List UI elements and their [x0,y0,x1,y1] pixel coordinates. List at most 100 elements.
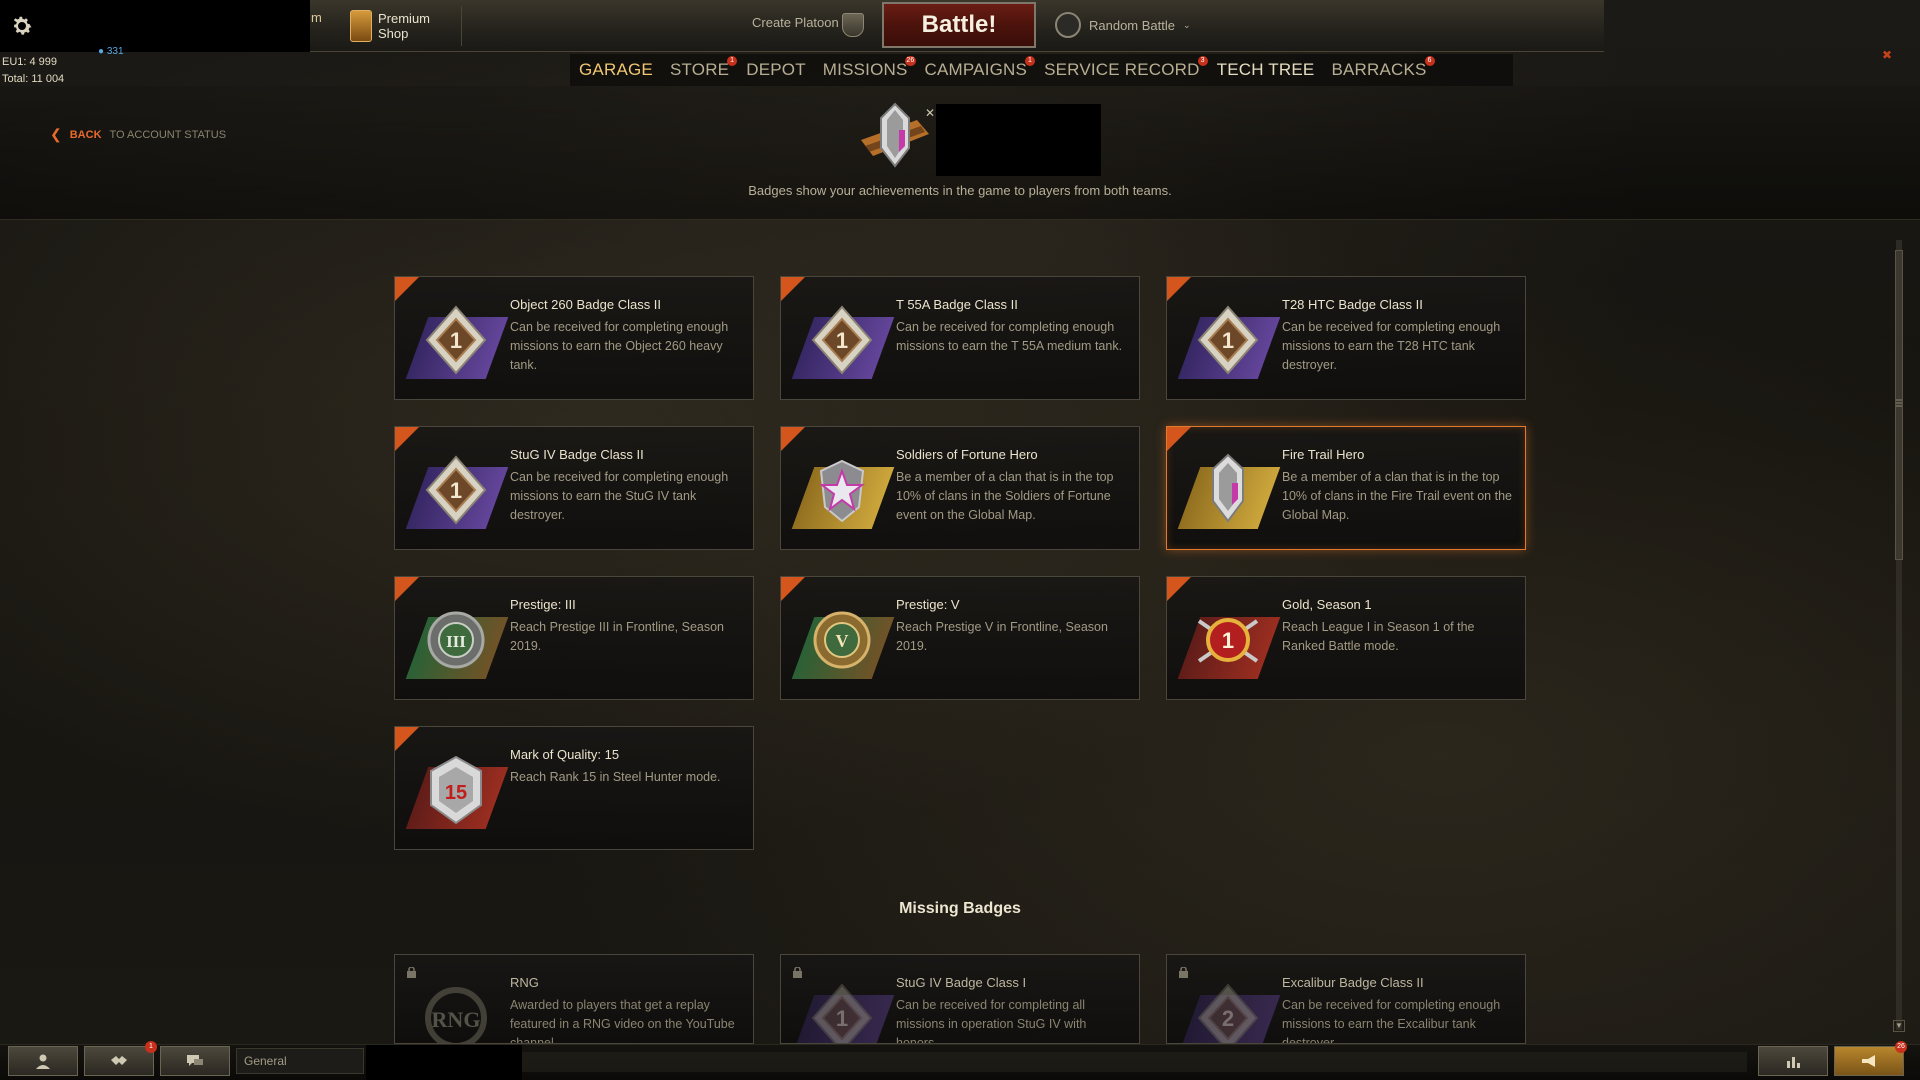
badge-title: RNG [510,975,539,990]
selected-badge-icon [861,102,929,168]
chat-button[interactable] [160,1046,230,1076]
missing-badge-card[interactable]: 1 StuG IV Badge Class I Can be received … [780,954,1140,1044]
blue-counter-badge[interactable]: ● 331 [98,46,124,57]
badge-title: T28 HTC Badge Class II [1282,297,1423,312]
top-bar: m Premium Shop Create Platoon Battle! Ra… [0,0,1920,52]
nav-barracks[interactable]: BARRACKS 6 [1322,54,1435,86]
gear-icon[interactable] [10,14,34,38]
badge-description: Reach League I in Season 1 of the Ranked… [1282,620,1475,653]
notifications-badge: 26 [1895,1041,1907,1053]
class-1-badge-icon: 1 [425,455,487,525]
friends-badge: 1 [145,1041,157,1053]
badge-card[interactable]: 1 Gold, Season 1 Reach League I in Seaso… [1166,576,1526,700]
badge-title: Object 260 Badge Class II [510,297,662,312]
shield-crest-icon [1212,453,1244,523]
chevron-left-icon: ❮ [50,126,62,142]
badge-card[interactable]: 1 T 55A Badge Class II Can be received f… [780,276,1140,400]
badge-card[interactable]: V Prestige: V Reach Prestige V in Frontl… [780,576,1140,700]
tab-partial-label[interactable]: m [311,10,322,25]
battle-mode-select[interactable]: Random Battle ⌄ [1055,12,1191,38]
class-1-badge-icon: 1 [811,305,873,375]
server-stats: EU1: 4 999 Total: 11 004 [2,54,64,88]
plus-circle-icon: ● [98,46,105,57]
svg-text:1: 1 [1222,628,1234,653]
svg-text:III: III [446,632,466,651]
download-button[interactable] [8,1046,78,1076]
premium-shop-label-2: Shop [378,26,409,41]
badge-card[interactable]: 1 T28 HTC Badge Class II Can be received… [1166,276,1526,400]
badge-card[interactable]: Soldiers of Fortune Hero Be a member of … [780,426,1140,550]
nav-store-badge: 1 [727,56,738,66]
badge-description: Can be received for completing enough mi… [1282,320,1501,372]
badge-card[interactable]: 1 StuG IV Badge Class II Can be received… [394,426,754,550]
badge-card[interactable]: III Prestige: III Reach Prestige III in … [394,576,754,700]
server-online-count: EU1: 4 999 [2,56,58,68]
nav-tech-tree[interactable]: TECH TREE [1208,54,1323,86]
prestige-wreath-icon: V [813,611,871,669]
nav-missions[interactable]: MISSIONS 26 [814,54,916,86]
premium-shop-button[interactable]: Premium Shop [350,6,462,46]
missing-badge-card[interactable]: 2 Excalibur Badge Class II Can be receiv… [1166,954,1526,1044]
create-platoon-button[interactable]: Create Platoon [752,15,839,30]
svg-text:15: 15 [445,782,467,804]
badge-title: T 55A Badge Class II [896,297,1018,312]
notification-bar [522,1052,1747,1072]
svg-text:V: V [836,631,849,651]
badge-card[interactable]: 1 Object 260 Badge Class II Can be recei… [394,276,754,400]
nav-barracks-badge: 6 [1424,56,1435,66]
nav-service-record-badge: 3 [1197,56,1208,66]
shopping-bag-icon [350,10,372,42]
mark-of-quality-icon: 15 [430,755,482,825]
badge-description: Reach Prestige V in Frontline, Season 20… [896,620,1108,653]
badge-description: Awarded to players that get a replay fea… [510,998,735,1044]
class-2-badge-icon: 2 [1197,983,1259,1043]
chevron-down-icon: ⌄ [1183,19,1191,30]
megaphone-icon [1862,1055,1875,1067]
friends-button[interactable]: 1 [84,1041,157,1076]
svg-text:1: 1 [450,328,462,353]
gold-league-icon: 1 [1197,618,1259,663]
class-1-badge-icon: 1 [811,983,873,1043]
badge-description: Can be received for completing enough mi… [510,320,729,372]
badge-description: Can be received for completing all missi… [896,998,1087,1044]
nav-store[interactable]: STORE 1 [661,54,738,86]
statistics-button[interactable] [1758,1046,1828,1076]
svg-text:RNG: RNG [432,1007,481,1032]
badge-card-selected[interactable]: Fire Trail Hero Be a member of a clan th… [1166,426,1526,550]
scroll-down-icon[interactable]: ▼ [1893,1020,1905,1032]
badges-caption: Badges show your achievements in the gam… [748,183,1172,198]
missing-badge-card[interactable]: RNG RNG Awarded to players that get a re… [394,954,754,1044]
nav-service-record[interactable]: SERVICE RECORD 3 [1035,54,1208,86]
chat-channel-field[interactable]: General [236,1048,364,1074]
battle-button[interactable]: Battle! [882,2,1036,48]
badge-description: Can be received for completing enough mi… [510,470,729,522]
nav-depot[interactable]: DEPOT [737,54,814,86]
close-icon[interactable]: ✕ [925,106,935,120]
nav-garage[interactable]: GARAGE [570,54,661,86]
badge-description: Reach Rank 15 in Steel Hunter mode. [510,770,721,784]
svg-text:1: 1 [450,478,462,503]
badge-title: Prestige: III [510,597,576,612]
random-battle-icon [1055,12,1081,38]
notifications-button[interactable]: 26 [1834,1041,1907,1076]
main-nav: GARAGE STORE 1 DEPOT MISSIONS 26 CAMPAIGNS… [570,54,1513,86]
bar-chart-icon [1787,1057,1800,1068]
nav-campaigns[interactable]: CAMPAIGNS 1 [916,54,1036,86]
badge-title: Excalibur Badge Class II [1282,975,1424,990]
star-shield-icon [819,459,865,523]
chat-icon [187,1055,203,1066]
badge-title: StuG IV Badge Class I [896,975,1027,990]
nav-campaigns-badge: 1 [1025,56,1036,66]
svg-text:1: 1 [1222,328,1234,353]
battle-mode-label: Random Battle [1089,17,1175,33]
grip-icon [1896,399,1902,407]
svg-text:1: 1 [836,328,848,353]
platoon-shield-icon[interactable] [842,13,864,37]
nav-missions-badge: 26 [905,56,916,66]
badge-card[interactable]: 15 Mark of Quality: 15 Reach Rank 15 in … [394,726,754,850]
badge-description: Be a member of a clan that is in the top… [1282,470,1512,522]
back-button[interactable]: ❮ BACK TO ACCOUNT STATUS [50,126,226,143]
badge-title: Gold, Season 1 [1282,597,1372,612]
badge-title: Prestige: V [896,597,960,612]
corner-indicator-icon: ✖ [1881,48,1892,62]
